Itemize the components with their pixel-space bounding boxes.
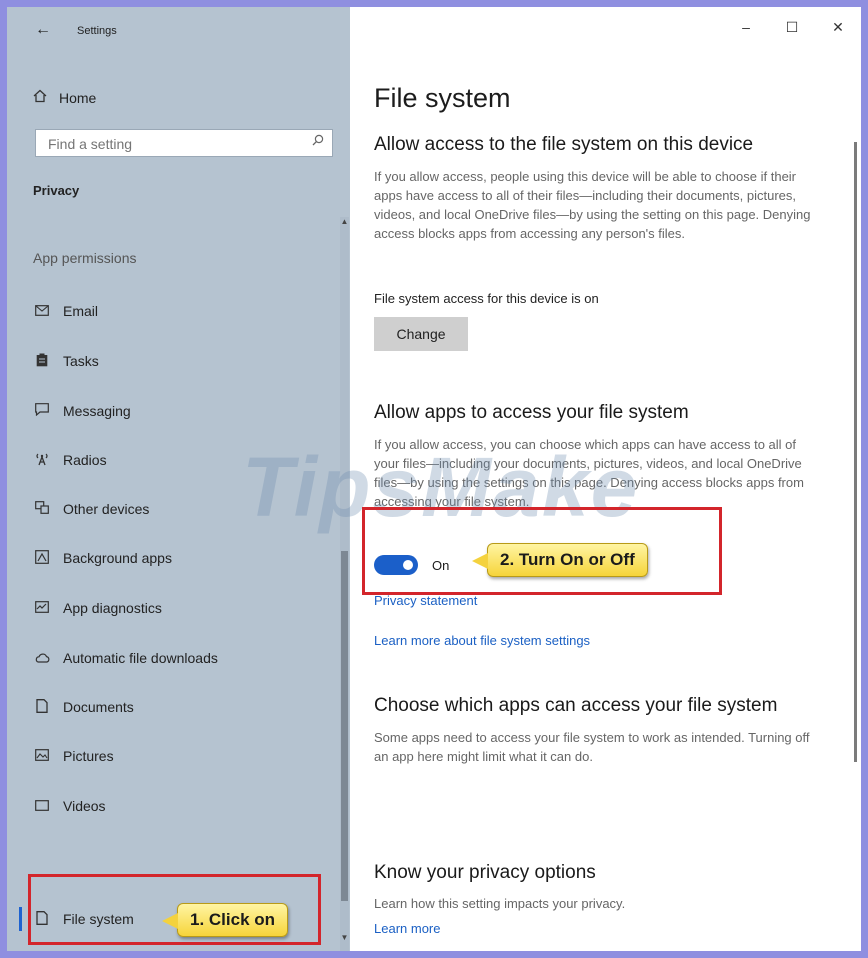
section-description: If you allow access, people using this d… [374,169,811,241]
sidebar-item-pictures[interactable]: Pictures [33,741,114,771]
sidebar-item-tasks[interactable]: Tasks [33,346,99,376]
sidebar-item-label: Tasks [63,353,99,369]
section-heading: Choose which apps can access your file s… [374,695,778,716]
sidebar-item-label: Videos [63,798,106,814]
search-icon[interactable] [312,134,324,149]
sidebar-item-home[interactable]: Home [33,89,96,106]
app-title: Settings [77,25,117,37]
sidebar-item-label: Radios [63,452,107,468]
chat-icon [33,403,51,419]
sidebar-item-label: Background apps [63,550,172,566]
document-icon [33,698,51,716]
sidebar-item-automatic-file-downloads[interactable]: Automatic file downloads [33,643,218,673]
window-controls: – ☐ ✕ [723,7,861,47]
sidebar-item-label: Other devices [63,501,150,517]
sidebar-item-videos[interactable]: Videos [33,791,106,821]
back-arrow-icon[interactable]: ← [35,21,51,39]
close-icon[interactable]: ✕ [815,7,861,47]
sidebar-item-label: Home [59,89,97,106]
mail-icon [33,304,51,319]
page-title: File system [374,83,511,113]
section-description: Learn how this setting impacts your priv… [374,896,626,911]
background-apps-icon [33,549,51,567]
maximize-icon[interactable]: ☐ [769,7,815,47]
scrollbar-thumb[interactable] [341,551,348,901]
sidebar-item-messaging[interactable]: Messaging [33,396,131,426]
video-icon [33,799,51,814]
main-scrollbar[interactable] [854,142,857,762]
callout-click-on: 1. Click on [162,903,289,937]
section-heading: Know your privacy options [374,862,596,883]
section-description: Some apps need to access your file syste… [374,730,810,764]
sidebar-item-app-diagnostics[interactable]: App diagnostics [33,593,162,623]
settings-window: ← Settings Home Privacy App permissions … [7,7,861,951]
search-input[interactable] [46,131,300,157]
minimize-icon[interactable]: – [723,7,769,47]
callout-text: 2. Turn On or Off [500,550,635,569]
title-bar: ← Settings [7,7,350,47]
section-title: Privacy [33,183,80,198]
section-heading: Allow apps to access your file system [374,402,689,423]
access-status: File system access for this device is on [374,291,599,306]
sidebar-item-label: Automatic file downloads [63,650,218,666]
sidebar-item-radios[interactable]: Radios [33,445,107,475]
sidebar-item-documents[interactable]: Documents [33,692,134,722]
devices-icon [33,501,51,517]
home-icon [33,89,47,106]
learn-more-file-system-link[interactable]: Learn more about file system settings [374,633,590,648]
sidebar-item-label: Documents [63,699,134,715]
scroll-down-icon[interactable]: ▼ [340,933,349,949]
callout-pointer-icon [162,913,178,929]
section-heading: Allow access to the file system on this … [374,134,754,155]
sidebar-item-background-apps[interactable]: Background apps [33,543,172,573]
search-box[interactable] [35,129,333,157]
change-button[interactable]: Change [374,317,468,351]
clipboard-icon [33,353,51,370]
cloud-icon [33,651,51,666]
callout-pointer-icon [472,553,488,569]
callout-turn-on-off: 2. Turn On or Off [472,543,648,577]
sidebar-item-email[interactable]: Email [33,296,98,326]
sidebar-item-label: App diagnostics [63,600,162,616]
antenna-icon [33,452,51,469]
selected-indicator [19,907,22,931]
callout-text: 1. Click on [190,910,276,929]
sidebar-item-label: Email [63,303,99,319]
diagnostics-icon [33,600,51,616]
sidebar-item-label: Pictures [63,748,114,764]
sidebar-scrollbar[interactable]: ▲ ▼ [340,217,349,951]
privacy-statement-link[interactable]: Privacy statement [374,593,477,608]
learn-more-link[interactable]: Learn more [374,921,440,936]
scroll-up-icon[interactable]: ▲ [340,217,349,233]
sidebar-item-other-devices[interactable]: Other devices [33,494,149,524]
sidebar-item-label: Messaging [63,403,131,419]
group-label: App permissions [33,250,137,266]
picture-icon [33,748,51,764]
